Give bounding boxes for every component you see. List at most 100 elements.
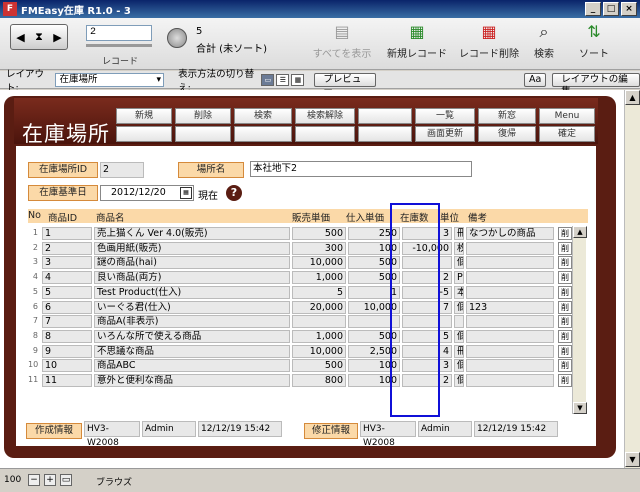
cell-note[interactable] (466, 271, 554, 285)
cell-price[interactable]: 20,000 (292, 300, 346, 314)
list-button[interactable]: 一覧 (415, 108, 475, 124)
cell-name[interactable]: いーぐる君(仕入) (94, 300, 290, 314)
row-delete-button[interactable]: 削 (558, 300, 572, 314)
cell-unit[interactable]: 個 (454, 359, 464, 373)
cell-name[interactable]: 商品A(非表示) (94, 315, 290, 329)
cell-price[interactable]: 10,000 (292, 344, 346, 358)
help-icon[interactable]: ? (226, 185, 242, 201)
location-id-field[interactable]: 2 (100, 162, 144, 178)
sort-button[interactable]: ⇅ ソート (574, 22, 614, 66)
delete-record-button[interactable]: ▦ レコード削除 (454, 22, 524, 66)
row-delete-button[interactable]: 削 (558, 227, 572, 240)
minimize-button[interactable]: _ (585, 2, 601, 16)
cell-name[interactable]: 不思議な商品 (94, 344, 290, 358)
location-name-field[interactable]: 本社地下2 (250, 161, 472, 177)
cell-pid[interactable]: 11 (42, 374, 92, 387)
row-delete-button[interactable]: 削 (558, 241, 572, 255)
row-delete-button[interactable]: 削 (558, 374, 572, 387)
cell-name[interactable]: いろんな所で使える商品 (94, 329, 290, 343)
cell-name[interactable]: 謎の商品(hai) (94, 256, 290, 270)
toggle-status-icon[interactable]: ▭ (60, 474, 72, 486)
menu-button[interactable]: Menu (539, 108, 595, 124)
scroll-down-icon[interactable]: ▼ (625, 452, 640, 467)
cell-note[interactable] (466, 285, 554, 299)
row-delete-button[interactable]: 削 (558, 329, 572, 343)
row-delete-button[interactable]: 削 (558, 256, 572, 270)
cell-unit[interactable]: PCS (454, 271, 464, 285)
cell-note[interactable] (466, 374, 554, 387)
table-view-icon[interactable]: ▦ (291, 73, 305, 86)
close-button[interactable]: × (621, 2, 637, 16)
cell-name[interactable]: 売上猫くん Ver 4.0(販売) (94, 227, 290, 240)
cell-pid[interactable]: 3 (42, 256, 92, 270)
cell-note[interactable]: 123 (466, 300, 554, 314)
cell-pid[interactable]: 8 (42, 329, 92, 343)
blank-button-4[interactable] (234, 126, 292, 142)
cell-pid[interactable]: 6 (42, 300, 92, 314)
cell-note[interactable] (466, 256, 554, 270)
cell-note[interactable] (466, 329, 554, 343)
cell-price[interactable]: 5 (292, 285, 346, 299)
cell-pid[interactable]: 2 (42, 241, 92, 255)
cell-pid[interactable]: 10 (42, 359, 92, 373)
portal-scroll-up-icon[interactable]: ▲ (573, 226, 587, 238)
commit-button[interactable]: 確定 (539, 126, 595, 142)
blank-button-5[interactable] (295, 126, 355, 142)
blank-button-2[interactable] (116, 126, 172, 142)
show-all-button[interactable]: ▤ すべてを表示 (310, 22, 374, 66)
cell-unit[interactable]: 個 (454, 256, 464, 270)
cell-unit[interactable]: 枚 (454, 241, 464, 255)
row-delete-button[interactable]: 削 (558, 315, 572, 329)
search-button[interactable]: ⌕ 検索 (526, 22, 562, 66)
row-delete-button[interactable]: 削 (558, 359, 572, 373)
edit-layout-button[interactable]: レイアウトの編集 (552, 72, 640, 97)
cell-unit[interactable]: 個 (454, 329, 464, 343)
layout-select[interactable]: 在庫場所 (55, 72, 165, 87)
blank-button-1[interactable] (358, 108, 412, 124)
delete-button[interactable]: 削除 (175, 108, 231, 124)
cell-note[interactable] (466, 344, 554, 358)
cell-note[interactable]: なつかしの商品 (466, 227, 554, 240)
cell-pid[interactable]: 4 (42, 271, 92, 285)
zoom-level[interactable]: 100 (4, 475, 21, 485)
cell-pid[interactable]: 5 (42, 285, 92, 299)
cell-price[interactable]: 1,000 (292, 329, 346, 343)
maximize-button[interactable]: □ (603, 2, 619, 16)
window-scrollbar[interactable]: ▲ ▼ (624, 90, 640, 468)
cell-unit[interactable]: 本 (454, 285, 464, 299)
cell-name[interactable]: 良い商品(両方) (94, 271, 290, 285)
row-delete-button[interactable]: 削 (558, 271, 572, 285)
portal-scrollbar[interactable]: ▲ ▼ (572, 226, 587, 414)
cell-price[interactable] (292, 315, 346, 329)
blank-button-6[interactable] (358, 126, 412, 142)
cell-pid[interactable]: 1 (42, 227, 92, 240)
new-window-button[interactable]: 新窓 (478, 108, 536, 124)
zoom-in-icon[interactable]: + (44, 474, 56, 486)
cell-note[interactable] (466, 359, 554, 373)
find-button[interactable]: 検索 (234, 108, 292, 124)
cell-price[interactable]: 300 (292, 241, 346, 255)
row-delete-button[interactable]: 削 (558, 344, 572, 358)
cell-price[interactable]: 1,000 (292, 271, 346, 285)
list-view-icon[interactable]: ☰ (276, 73, 290, 86)
calendar-icon[interactable]: ▦ (180, 187, 192, 199)
cell-name[interactable]: 色画用紙(販売) (94, 241, 290, 255)
blank-button-3[interactable] (175, 126, 231, 142)
cell-unit[interactable]: 個 (454, 374, 464, 387)
record-slider[interactable] (86, 44, 152, 47)
cell-unit[interactable] (454, 315, 464, 329)
cell-pid[interactable]: 9 (42, 344, 92, 358)
cell-price[interactable]: 800 (292, 374, 346, 387)
cell-price[interactable]: 500 (292, 359, 346, 373)
new-button[interactable]: 新規 (116, 108, 172, 124)
portal-scroll-down-icon[interactable]: ▼ (573, 402, 587, 414)
prev-record-icon[interactable]: ◀ (16, 31, 24, 44)
cell-unit[interactable]: 冊 (454, 227, 464, 240)
clear-search-button[interactable]: 検索解除 (295, 108, 355, 124)
cell-price[interactable]: 10,000 (292, 256, 346, 270)
cell-note[interactable] (466, 315, 554, 329)
record-book[interactable]: ◀ ⧗ ▶ (10, 24, 68, 50)
cell-name[interactable]: Test Product(仕入) (94, 285, 290, 299)
cell-price[interactable]: 500 (292, 227, 346, 240)
next-record-icon[interactable]: ▶ (53, 31, 61, 44)
